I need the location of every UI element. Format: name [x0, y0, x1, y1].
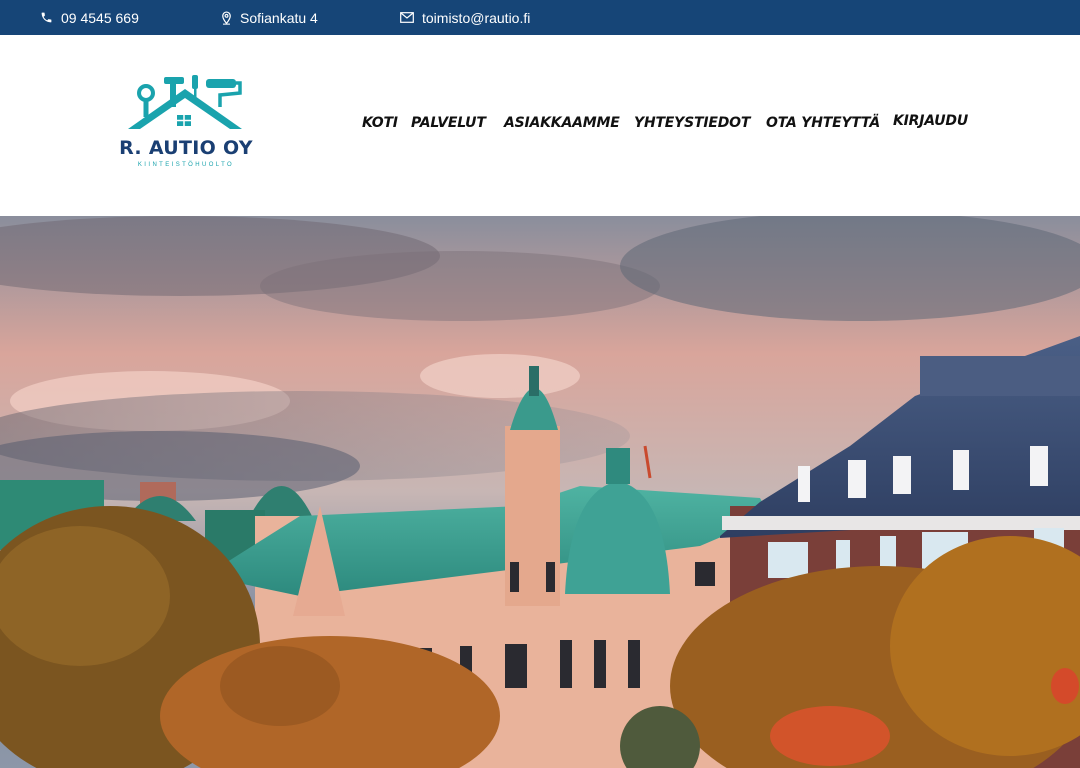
nav-item-ota-yhteytta[interactable]: OTA YHTEYTTÄ	[766, 115, 880, 131]
nav-item-asiakkaamme[interactable]: ASIAKKAAMME	[504, 115, 620, 131]
nav-item-koti[interactable]: KOTI	[362, 115, 398, 131]
company-tagline: KIINTEISTÖHUOLTO	[137, 162, 235, 168]
contact-email[interactable]: toimisto@rautio.fi	[400, 0, 530, 35]
tools-house-logo-icon	[126, 73, 244, 138]
contact-phone[interactable]: 09 4545 669	[40, 0, 139, 35]
nav-item-palvelut[interactable]: PALVELUT	[411, 115, 486, 131]
nav-item-yhteystiedot[interactable]: YHTEYSTIEDOT	[634, 115, 750, 131]
nav-item-kirjaudu[interactable]: KIRJAUDU	[893, 113, 968, 129]
contact-address[interactable]: Sofiankatu 4	[221, 0, 318, 35]
site-logo[interactable]: R. AUTIO OY KIINTEISTÖHUOLTO	[112, 73, 260, 173]
envelope-icon	[400, 12, 414, 23]
company-name: R. AUTIO OY	[119, 137, 253, 159]
phone-icon	[40, 11, 53, 24]
site-header: R. AUTIO OY KIINTEISTÖHUOLTO KOTI PALVEL…	[0, 35, 1080, 216]
phone-number: 09 4545 669	[61, 9, 139, 26]
contact-bar: 09 4545 669 Sofiankatu 4 toimisto@rautio…	[0, 0, 1080, 35]
hero-banner	[0, 216, 1080, 768]
helsinki-rooftops-photo	[0, 216, 1080, 768]
email-link[interactable]: toimisto@rautio.fi	[422, 10, 530, 26]
map-pin-icon	[221, 10, 232, 25]
address-text: Sofiankatu 4	[240, 9, 318, 26]
